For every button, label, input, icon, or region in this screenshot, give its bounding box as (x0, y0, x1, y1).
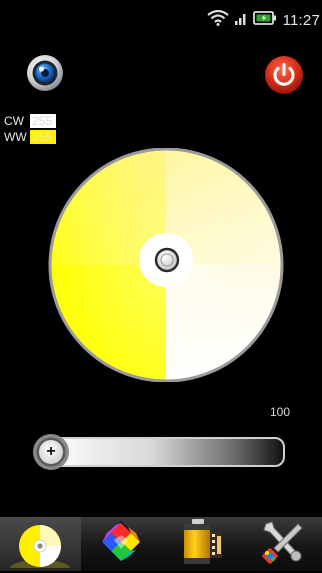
camera-lens-icon (26, 79, 64, 96)
camera-button[interactable] (26, 54, 64, 92)
tab-tools[interactable] (242, 517, 322, 571)
slider-thumb[interactable]: + (32, 433, 70, 471)
channel-levels: CW 255 WW 255 (4, 113, 56, 145)
ww-label: WW (4, 129, 30, 145)
ww-row: WW 255 (4, 129, 56, 145)
cw-value: 255 (30, 114, 56, 128)
film-roll-icon (178, 518, 224, 571)
color-palette-icon (98, 519, 144, 570)
tab-color-palette[interactable] (81, 517, 162, 571)
power-icon (264, 82, 304, 99)
tab-film-roll[interactable] (161, 517, 242, 571)
slider-track (44, 438, 284, 466)
brightness-slider[interactable]: + (32, 430, 288, 474)
slider-thumb-glyph: + (32, 433, 70, 471)
tab-bar (0, 517, 322, 571)
tools-icon (258, 518, 306, 571)
status-bar: 11:27 (0, 0, 322, 36)
color-temperature-icon (8, 516, 72, 573)
color-temperature-wheel[interactable] (46, 148, 286, 382)
ww-value: 255 (30, 130, 56, 144)
cw-row: CW 255 (4, 113, 56, 129)
status-time: 11:27 (283, 12, 320, 29)
cw-label: CW (4, 113, 30, 129)
status-icons: 11:27 (207, 10, 320, 30)
tab-color-temperature[interactable] (0, 517, 81, 571)
battery-charging-icon (253, 10, 277, 31)
wifi-icon (207, 10, 229, 31)
brightness-value: 100 (270, 405, 290, 419)
power-button[interactable] (264, 55, 304, 95)
signal-icon (235, 10, 247, 31)
selector-ring-icon[interactable] (154, 247, 180, 273)
